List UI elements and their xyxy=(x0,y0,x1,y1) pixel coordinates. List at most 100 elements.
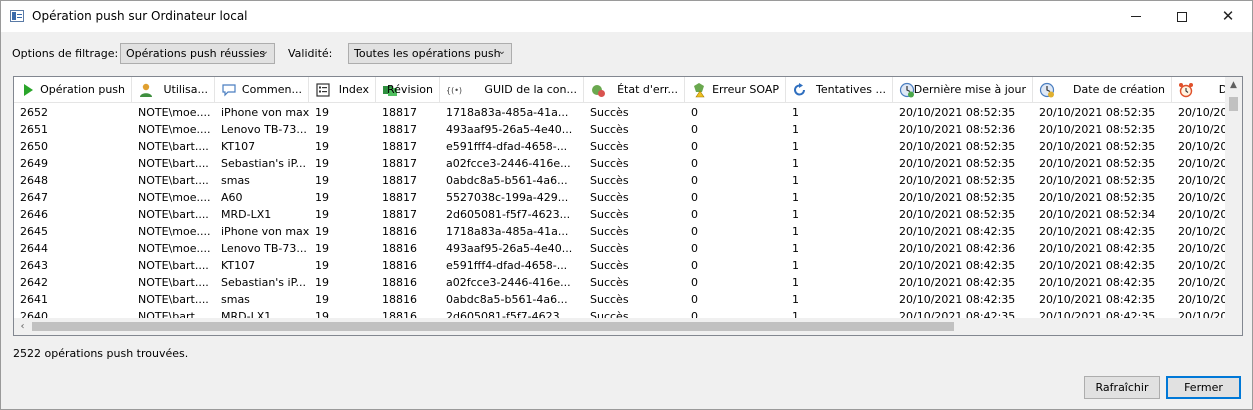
refresh-button[interactable]: Rafraîchir xyxy=(1084,376,1160,399)
table-cell: 19 xyxy=(315,208,329,221)
table-cell: 2651 xyxy=(20,123,48,136)
column-header-label: État d'err... xyxy=(617,83,678,96)
table-cell: 1 xyxy=(792,123,799,136)
table-cell: e591fff4-dfad-4658-... xyxy=(446,140,568,153)
table-cell: 18816 xyxy=(382,259,417,272)
table-cell: 18816 xyxy=(382,276,417,289)
table-row[interactable]: 2643 NOTE\bart.... KT107 19 18816 e591fff4-df… xyxy=(14,257,1242,274)
table-cell: Succès xyxy=(590,106,629,119)
column-header-3[interactable]: Commen... xyxy=(215,77,309,103)
column-header-label: Erreur SOAP xyxy=(712,83,779,96)
table-cell: a02fcce3-2446-416e... xyxy=(446,276,571,289)
column-header-4[interactable]: Index xyxy=(309,77,376,103)
table-cell: NOTE\bart.... xyxy=(138,208,209,221)
dialog-window: Opération push sur Ordinateur local ✕ Op… xyxy=(0,0,1253,410)
table-cell: iPhone von maxr xyxy=(221,225,309,238)
table-cell: 19 xyxy=(315,106,329,119)
table-cell: smas xyxy=(221,293,250,306)
column-header-label: Opération push xyxy=(40,83,125,96)
table-cell: 20/10/2021 08:42:35 xyxy=(1039,259,1156,272)
table-row[interactable]: 2651 NOTE\moe.... Lenovo TB-73... 19 18817 49… xyxy=(14,121,1242,138)
table-cell: NOTE\bart.... xyxy=(138,140,209,153)
scroll-left-icon[interactable]: ‹ xyxy=(14,318,31,335)
table-cell: 2645 xyxy=(20,225,48,238)
column-header-9[interactable]: Tentatives ... xyxy=(786,77,893,103)
table-cell: KT107 xyxy=(221,259,256,272)
column-header-8[interactable]: Erreur SOAP xyxy=(685,77,786,103)
table-cell: 1718a83a-485a-41a... xyxy=(446,106,569,119)
table-cell: a02fcce3-2446-416e... xyxy=(446,157,571,170)
vertical-scrollbar[interactable]: ▲ xyxy=(1225,77,1242,320)
table-cell: 1 xyxy=(792,208,799,221)
user-icon xyxy=(138,82,154,98)
alarm-clock-icon xyxy=(1178,82,1194,98)
minimize-icon xyxy=(1131,16,1141,17)
table-cell: 19 xyxy=(315,293,329,306)
table-row[interactable]: 2646 NOTE\bart.... MRD-LX1 19 18817 2d605081-… xyxy=(14,206,1242,223)
play-icon xyxy=(20,82,36,98)
table-row[interactable]: 2652 NOTE\moe.... iPhone von maxr 19 18817 17… xyxy=(14,104,1242,121)
table-cell: Sebastian's iP... xyxy=(221,157,307,170)
table-cell: Succès xyxy=(590,242,629,255)
guid-icon: {(•)} xyxy=(446,82,467,98)
filter-options-dropdown[interactable]: Opérations push réussies ⌄ xyxy=(120,43,275,64)
table-cell: 2646 xyxy=(20,208,48,221)
title-bar[interactable]: Opération push sur Ordinateur local ✕ xyxy=(1,1,1252,32)
close-icon: ✕ xyxy=(1221,7,1235,25)
table-cell: 1 xyxy=(792,293,799,306)
table-cell: 19 xyxy=(315,174,329,187)
table-cell: Succès xyxy=(590,123,629,136)
column-header-10[interactable]: Dernière mise à jour xyxy=(893,77,1033,103)
maximize-button[interactable] xyxy=(1159,1,1205,32)
table-cell: NOTE\bart.... xyxy=(138,276,209,289)
table-row[interactable]: 2647 NOTE\moe.... A60 19 18817 5527038c-199a-… xyxy=(14,189,1242,206)
table-cell: 20/10/2021 08:52:35 xyxy=(1039,106,1156,119)
scroll-up-icon[interactable]: ▲ xyxy=(1225,77,1242,94)
vertical-scroll-thumb[interactable] xyxy=(1229,97,1238,111)
minimize-button[interactable] xyxy=(1113,1,1159,32)
table-cell: 0 xyxy=(691,208,698,221)
table-cell: 0 xyxy=(691,259,698,272)
table-row[interactable]: 2649 NOTE\bart.... Sebastian's iP... 19 1881… xyxy=(14,155,1242,172)
table-row[interactable]: 2650 NOTE\bart.... KT107 19 18817 e591fff4-df… xyxy=(14,138,1242,155)
filter-options-label: Options de filtrage: xyxy=(12,47,119,60)
table-cell: 18816 xyxy=(382,242,417,255)
table-cell: 20/10/2021 08:52:35 xyxy=(899,140,1016,153)
table-cell: Succès xyxy=(590,259,629,272)
table-body: 2652 NOTE\moe.... iPhone von maxr 19 18817 17… xyxy=(14,104,1242,325)
table-cell: 0 xyxy=(691,106,698,119)
table-cell: 19 xyxy=(315,242,329,255)
table-cell: 19 xyxy=(315,140,329,153)
table-cell: Succès xyxy=(590,208,629,221)
column-header-11[interactable]: Date de création xyxy=(1033,77,1172,103)
close-button[interactable]: Fermer xyxy=(1166,376,1241,399)
table-row[interactable]: 2648 NOTE\bart.... smas 19 18817 0abdc8a5-b56… xyxy=(14,172,1242,189)
column-header-6[interactable]: {(•)} GUID de la con... xyxy=(440,77,584,103)
table-cell: 20/10/2021 08:52:35 xyxy=(899,191,1016,204)
horizontal-scroll-thumb[interactable] xyxy=(32,322,954,331)
soap-error-icon xyxy=(691,82,707,98)
column-header-1[interactable]: Opération push xyxy=(14,77,132,103)
column-header-label: Dernière mise à jour xyxy=(913,83,1026,96)
window-title: Opération push sur Ordinateur local xyxy=(32,9,248,23)
table-cell: 0abdc8a5-b561-4a6... xyxy=(446,174,568,187)
column-header-2[interactable]: Utilisa... xyxy=(132,77,215,103)
table-row[interactable]: 2645 NOTE\moe.... iPhone von maxr 19 18816 17… xyxy=(14,223,1242,240)
horizontal-scrollbar[interactable]: ‹ › xyxy=(14,318,1242,335)
table-cell: 18817 xyxy=(382,208,417,221)
table-cell: 20/10/2021 08:52:35 xyxy=(899,157,1016,170)
close-window-button[interactable]: ✕ xyxy=(1205,1,1251,32)
table-row[interactable]: 2641 NOTE\bart.... smas 19 18816 0abdc8a5-b56… xyxy=(14,291,1242,308)
table-cell: 18817 xyxy=(382,106,417,119)
table-cell: 2652 xyxy=(20,106,48,119)
table-cell: 1 xyxy=(792,259,799,272)
column-header-7[interactable]: État d'err... xyxy=(584,77,685,103)
table-cell: 20/10/2021 08:42:35 xyxy=(899,259,1016,272)
table-row[interactable]: 2644 NOTE\moe.... Lenovo TB-73... 19 18816 49… xyxy=(14,240,1242,257)
validity-dropdown[interactable]: Toutes les opérations push ⌄ xyxy=(348,43,512,64)
table-row[interactable]: 2642 NOTE\bart.... Sebastian's iP... 19 1881… xyxy=(14,274,1242,291)
scrollbar-corner xyxy=(1225,318,1242,335)
error-state-icon xyxy=(590,82,606,98)
table-cell: 20/10/2021 08:52:34 xyxy=(1039,208,1156,221)
column-header-5[interactable]: Révision xyxy=(376,77,440,103)
